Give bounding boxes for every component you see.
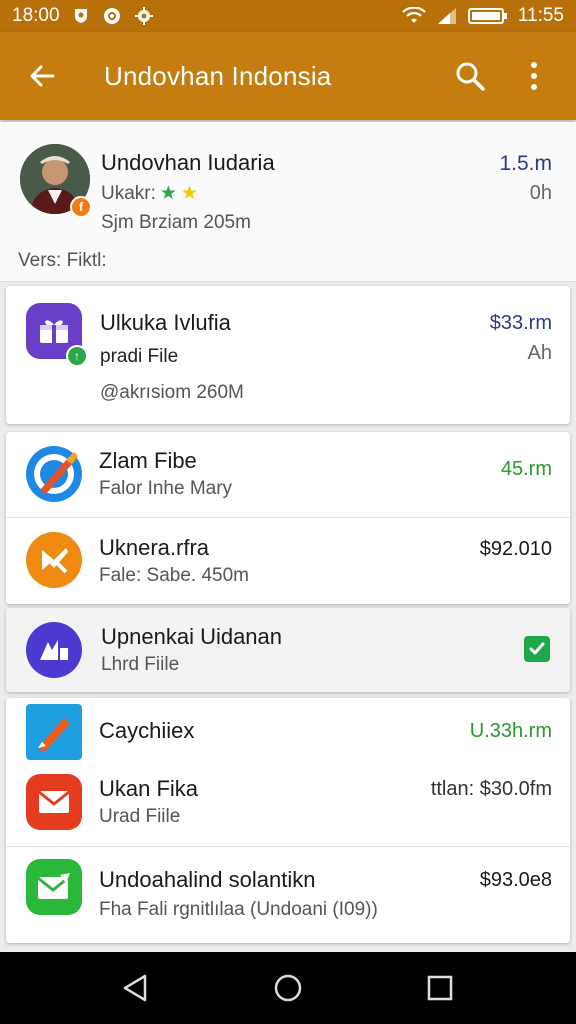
app-bar: Undovhan Indonsia [0, 32, 576, 120]
item-subtitle: Fha Fali rgnitlılaa (Undoani (I09)) [99, 899, 378, 920]
item-title: Ukan Fika [99, 776, 199, 801]
signal-icon [436, 7, 458, 25]
item-title: Undoahalind solantikn [99, 867, 316, 892]
gear-notification-icon [134, 6, 154, 26]
profile-name: Undovhan Iudaria [101, 150, 275, 175]
shield-icon [72, 7, 90, 25]
nav-recents-icon[interactable] [416, 964, 464, 1012]
item-subtitle: Lhrd Fiile [101, 654, 180, 675]
nav-home-icon[interactable] [264, 964, 312, 1012]
list-card-selected: Upnenkai Uidanan Lhrd Fiile [6, 608, 570, 692]
update-badge-icon: ↑ [66, 345, 88, 367]
item-price: U.33h.rm [469, 720, 552, 742]
chat-icon [102, 6, 122, 26]
more-vert-icon[interactable] [512, 54, 556, 98]
item-subtitle: Urad Fiile [99, 806, 181, 827]
back-arrow-icon[interactable] [20, 54, 64, 98]
profile-time: 0h [529, 182, 552, 204]
profile-rating: Ukakr: ★ ★ [101, 182, 198, 205]
chart-app-icon [26, 622, 82, 678]
item-title: Zlam Fibe [99, 448, 197, 473]
item-subtitle: Falor Inhe Mary [99, 478, 233, 499]
list-item[interactable]: Caychiiex U.33h.rm [6, 698, 570, 762]
list-item[interactable]: Ukan Fika Urad Fiile ttlan: $30.0fm [6, 762, 570, 846]
item-time: Ah [527, 342, 552, 364]
list-item[interactable]: Uknera.rfra Fale: Sabe. 450m $92.010 [6, 517, 570, 604]
tools-app-icon [26, 532, 82, 588]
paint-app-icon [26, 446, 82, 502]
status-bar: 18:00 11:55 [0, 0, 576, 32]
item-price: $93.0e8 [479, 869, 552, 891]
pen-app-icon [26, 704, 82, 760]
nav-back-icon[interactable] [112, 964, 160, 1012]
status-time-left: 18:00 [12, 5, 60, 26]
list-card: ↑ Ulkuka Ivlufia pradi File @akrısiom 26… [6, 286, 570, 424]
item-subtitle: Fale: Sabe. 450m [99, 565, 249, 586]
item-price: ttlan: $30.0fm [430, 778, 552, 800]
star-icon: ★ [180, 183, 198, 204]
list-item[interactable]: Undoahalind solantikn Fha Fali rgnitlıla… [6, 846, 570, 943]
profile-header: f Undovhan Iudaria Ukakr: ★ ★ Sjm Brziam… [0, 122, 576, 282]
list-item[interactable]: ↑ Ulkuka Ivlufia pradi File @akrısiom 26… [6, 286, 570, 424]
envelope-check-app-icon [26, 859, 82, 915]
status-time-right: 11:55 [517, 5, 564, 26]
item-price: $92.010 [479, 538, 552, 560]
profile-price: 1.5.m [499, 152, 552, 175]
list-item[interactable]: Upnenkai Uidanan Lhrd Fiile [6, 608, 570, 692]
mail-app-icon [26, 774, 82, 830]
item-subtitle: pradi File [100, 346, 179, 367]
item-price: $33.rm [489, 312, 552, 334]
item-title: Caychiiex [99, 718, 195, 743]
item-title: Uknera.rfra [99, 535, 210, 560]
page-title: Undovhan Indonsia [104, 60, 332, 91]
list-item[interactable]: Zlam Fibe Falor Inhe Mary 45.rm [6, 432, 570, 517]
checkbox-checked-icon[interactable] [524, 636, 550, 662]
profile-version: Vers: Fiktl: [18, 250, 107, 271]
battery-icon [467, 7, 508, 25]
navigation-bar [0, 952, 576, 1024]
wifi-icon [402, 7, 426, 25]
search-icon[interactable] [448, 54, 492, 98]
profile-size: Sjm Brziam 205m [101, 212, 251, 233]
item-title: Upnenkai Uidanan [101, 624, 283, 649]
item-meta: @akrısiom 260M [100, 382, 244, 403]
item-price: 45.rm [500, 458, 552, 480]
rating-label: Ukakr: [101, 182, 156, 204]
star-icon: ★ [159, 183, 177, 204]
verified-badge-icon: f [70, 196, 92, 218]
list-card: Caychiiex U.33h.rm Ukan Fika Urad Fiile … [6, 698, 570, 943]
list-card: Zlam Fibe Falor Inhe Mary 45.rm Uknera.r… [6, 432, 570, 604]
item-title: Ulkuka Ivlufia [100, 310, 231, 335]
